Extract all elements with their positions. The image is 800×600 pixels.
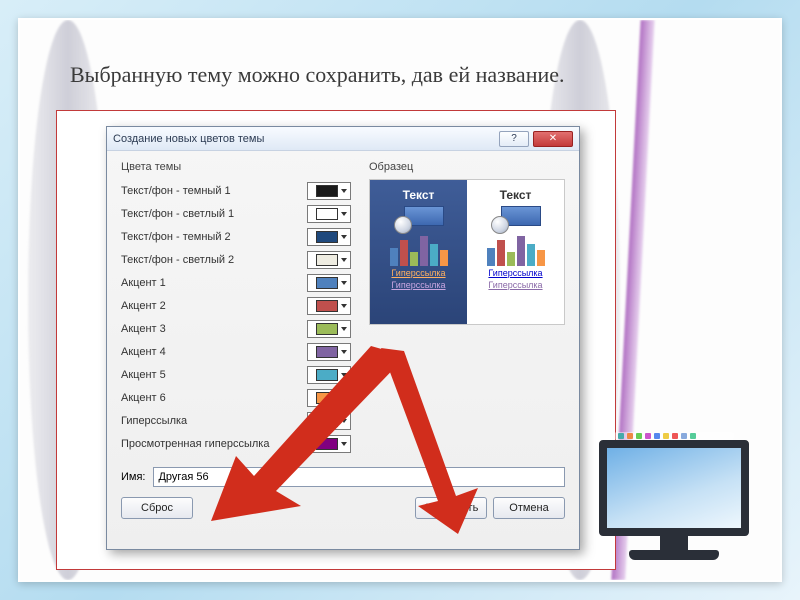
color-row: Акцент 5 [121,363,351,386]
color-row-label: Акцент 5 [121,369,307,381]
dialog-titlebar[interactable]: Создание новых цветов темы ? ✕ [107,127,579,151]
chevron-down-icon [341,442,347,446]
theme-colors-label: Цвета темы [121,161,351,173]
preview-bar [537,250,545,266]
preview-bar [507,252,515,266]
preview-bar [410,252,418,266]
color-row: Акцент 3 [121,317,351,340]
preview-hyperlink: Гиперссылка [391,268,445,278]
color-swatch [316,392,338,404]
slide-caption: Выбранную тему можно сохранить, дав ей н… [70,62,565,88]
color-swatch-dropdown[interactable] [307,182,351,200]
color-row-label: Текст/фон - светлый 1 [121,208,307,220]
name-label: Имя: [121,471,145,483]
chevron-down-icon [341,373,347,377]
monitor-decoration [594,440,754,570]
color-swatch [316,254,338,266]
color-row-label: Акцент 4 [121,346,307,358]
sample-label: Образец [369,161,565,173]
color-row: Текст/фон - темный 1 [121,179,351,202]
reset-button[interactable]: Сброс [121,497,193,519]
color-swatch [316,369,338,381]
color-swatch-dropdown[interactable] [307,274,351,292]
dialog-title: Создание новых цветов темы [113,133,264,145]
close-button[interactable]: ✕ [533,131,573,147]
color-swatch [316,300,338,312]
chevron-down-icon [341,304,347,308]
color-row: Текст/фон - темный 2 [121,225,351,248]
preview-bar [390,248,398,266]
chevron-down-icon [341,396,347,400]
preview-bar [440,250,448,266]
preview-hyperlink: Гиперссылка [488,268,542,278]
preview-bar [497,240,505,266]
color-row-label: Текст/фон - темный 1 [121,185,307,197]
dialog-body: Цвета темы Текст/фон - темный 1 Текст/фон… [107,151,579,527]
color-row-label: Текст/фон - темный 2 [121,231,307,243]
color-row: Текст/фон - светлый 1 [121,202,351,225]
preview-bar [430,244,438,266]
color-row: Текст/фон - светлый 2 [121,248,351,271]
chevron-down-icon [341,327,347,331]
save-button[interactable]: Сохранить [415,497,487,519]
color-row-label: Акцент 3 [121,323,307,335]
color-row-label: Акцент 2 [121,300,307,312]
preview-light: Текст Гиперссылка Гиперссылка [467,180,564,324]
preview-bar [517,236,525,266]
chevron-down-icon [341,281,347,285]
help-button[interactable]: ? [499,131,529,147]
color-swatch-dropdown[interactable] [307,343,351,361]
color-swatch [316,208,338,220]
preview-bar [420,236,428,266]
color-swatch-dropdown[interactable] [307,228,351,246]
color-swatch [316,185,338,197]
chevron-down-icon [341,350,347,354]
color-swatch-dropdown[interactable] [307,412,351,430]
preview-hyperlink-visited: Гиперссылка [391,280,445,290]
color-swatch [316,231,338,243]
chevron-down-icon [341,189,347,193]
color-row: Акцент 6 [121,386,351,409]
chevron-down-icon [341,258,347,262]
color-swatch-dropdown[interactable] [307,320,351,338]
preview-panel: Текст Гиперссылка Гиперссылка Текст Гипе… [369,179,565,325]
color-swatch-dropdown[interactable] [307,389,351,407]
preview-hyperlink-visited: Гиперссылка [488,280,542,290]
create-theme-colors-dialog: Создание новых цветов темы ? ✕ Цвета тем… [106,126,580,550]
color-swatch [316,277,338,289]
color-swatch-dropdown[interactable] [307,435,351,453]
color-row: Акцент 2 [121,294,351,317]
color-swatch [316,346,338,358]
slide-frame: Выбранную тему можно сохранить, дав ей н… [18,18,782,582]
chevron-down-icon [341,212,347,216]
chevron-down-icon [341,235,347,239]
preview-text-label: Текст [403,188,435,202]
color-swatch-dropdown[interactable] [307,297,351,315]
preview-bar [527,244,535,266]
color-row: Гиперссылка [121,409,351,432]
color-row: Акцент 4 [121,340,351,363]
chevron-down-icon [341,419,347,423]
color-row: Просмотренная гиперссылка [121,432,351,455]
color-row-label: Просмотренная гиперссылка [121,438,307,450]
color-swatch [316,415,338,427]
preview-bar [400,240,408,266]
color-row-label: Гиперссылка [121,415,307,427]
color-swatch-dropdown[interactable] [307,251,351,269]
cancel-button[interactable]: Отмена [493,497,565,519]
color-swatch-dropdown[interactable] [307,205,351,223]
preview-dark: Текст Гиперссылка Гиперссылка [370,180,467,324]
color-swatch-dropdown[interactable] [307,366,351,384]
theme-name-input[interactable] [153,467,565,487]
color-row: Акцент 1 [121,271,351,294]
color-row-label: Акцент 6 [121,392,307,404]
color-row-label: Акцент 1 [121,277,307,289]
preview-bar [487,248,495,266]
color-swatch [316,438,338,450]
preview-text-label: Текст [500,188,532,202]
color-swatch [316,323,338,335]
color-row-label: Текст/фон - светлый 2 [121,254,307,266]
